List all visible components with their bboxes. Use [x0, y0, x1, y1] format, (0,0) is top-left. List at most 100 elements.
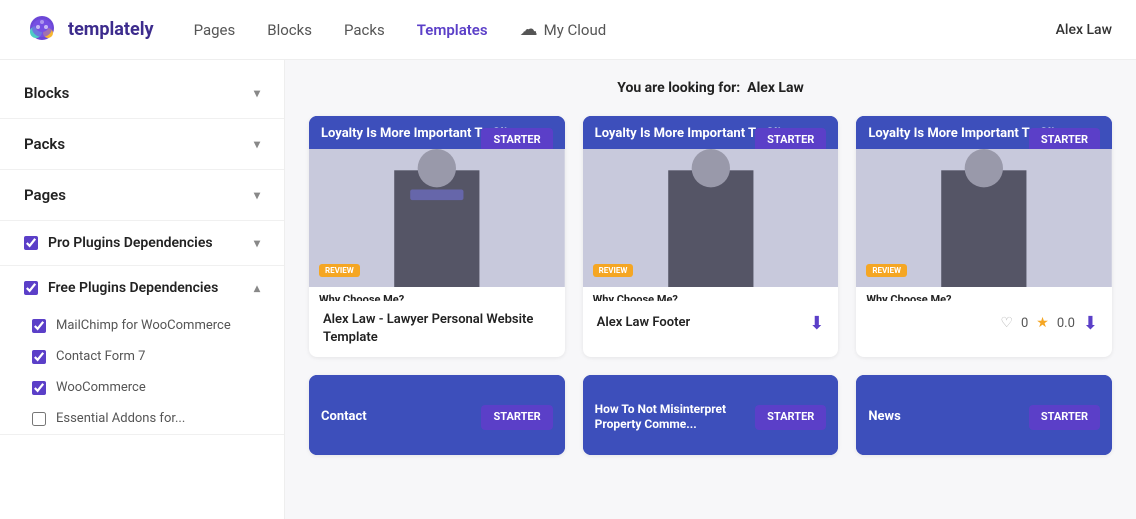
- nav-links: Pages Blocks Packs Templates ☁ My Cloud …: [194, 19, 1112, 40]
- nav-mycloud-label[interactable]: My Cloud: [544, 21, 607, 39]
- pages-chevron-icon: ▾: [254, 188, 260, 202]
- free-deps-checkbox[interactable]: [24, 281, 38, 295]
- card-actions-2: ⬇: [809, 313, 824, 334]
- nav-user: Alex Law: [1056, 22, 1112, 38]
- rating-value-3: 0.0: [1057, 316, 1075, 331]
- logo[interactable]: templately: [24, 12, 154, 48]
- preview-top-bar-4: Contact STARTER: [309, 375, 565, 455]
- blocks-chevron-icon: ▾: [254, 86, 260, 100]
- card-preview-1[interactable]: Loyalty Is More Important To Client STAR…: [309, 116, 565, 301]
- template-card-3: Loyalty Is More Important To Client STAR…: [856, 116, 1112, 357]
- free-deps-chevron-icon: ▴: [254, 281, 260, 295]
- why-choose-title-3: Why Choose Me?: [866, 293, 1102, 301]
- bottom-card-label-1: Contact: [321, 409, 367, 426]
- card-preview-3[interactable]: Loyalty Is More Important To Client STAR…: [856, 116, 1112, 301]
- why-choose-title-2: Why Choose Me?: [593, 293, 829, 301]
- nav-pages[interactable]: Pages: [194, 21, 236, 39]
- bottom-card-label-2: How To Not Misinterpret Property Comme..…: [595, 402, 755, 433]
- plugin-item-woocommerce: WooCommerce: [0, 372, 284, 403]
- sidebar-pages-header[interactable]: Pages ▾: [0, 170, 284, 220]
- nav-packs[interactable]: Packs: [344, 21, 385, 39]
- card-footer-3: ♡ 0 ★ 0.0 ⬇: [856, 301, 1112, 345]
- why-choose-3: Why Choose Me? Lorem ipsum dolor sit ame…: [856, 287, 1112, 301]
- orange-badge-3: REVIEW: [866, 264, 907, 277]
- content-area: You are looking for: Alex Law Loyalty Is…: [285, 60, 1136, 519]
- preview-image-3: REVIEW: [856, 149, 1112, 287]
- woocommerce-checkbox[interactable]: [32, 381, 46, 395]
- sidebar-packs-header[interactable]: Packs ▾: [0, 119, 284, 169]
- sidebar: Blocks ▾ Packs ▾ Pages ▾ Pro Plugins Dep…: [0, 60, 285, 519]
- woocommerce-label: WooCommerce: [56, 380, 146, 395]
- templates-grid: Loyalty Is More Important To Client STAR…: [309, 116, 1112, 455]
- card-title-2: Alex Law Footer: [597, 314, 802, 332]
- plugin-item-essential: Essential Addons for...: [0, 403, 284, 434]
- sidebar-blocks-header[interactable]: Blocks ▾: [0, 68, 284, 118]
- cloud-icon: ☁: [520, 19, 538, 40]
- nav-templates[interactable]: Templates: [417, 21, 488, 39]
- bottom-starter-badge-2: STARTER: [755, 405, 826, 429]
- mailchimp-checkbox[interactable]: [32, 319, 46, 333]
- preview-top-bar-3: Loyalty Is More Important To Client STAR…: [856, 116, 1112, 149]
- logo-icon: [24, 12, 60, 48]
- cf7-label: Contact Form 7: [56, 349, 145, 364]
- essential-label: Essential Addons for...: [56, 411, 185, 426]
- card-footer-1: Alex Law - Lawyer Personal Website Templ…: [309, 301, 565, 357]
- download-button-3[interactable]: ⬇: [1083, 313, 1098, 334]
- template-card-2: Loyalty Is More Important To Client STAR…: [583, 116, 839, 357]
- free-deps-label: Free Plugins Dependencies: [48, 280, 218, 296]
- search-label: You are looking for:: [617, 80, 740, 96]
- pro-deps-chevron-icon: ▾: [254, 236, 260, 250]
- star-icon-3: ★: [1036, 315, 1049, 331]
- search-term: Alex Law: [747, 80, 804, 96]
- card-preview-4[interactable]: Contact STARTER: [309, 375, 565, 455]
- sidebar-blocks-label: Blocks: [24, 84, 69, 102]
- free-deps-header[interactable]: Free Plugins Dependencies ▴: [0, 266, 284, 310]
- preview-top-bar-1: Loyalty Is More Important To Client STAR…: [309, 116, 565, 149]
- essential-checkbox[interactable]: [32, 412, 46, 426]
- plugin-item-cf7: Contact Form 7: [0, 341, 284, 372]
- sidebar-section-pages: Pages ▾: [0, 170, 284, 221]
- pro-deps-header[interactable]: Pro Plugins Dependencies ▾: [0, 221, 284, 265]
- template-card-4: Contact STARTER: [309, 375, 565, 455]
- mailchimp-label: MailChimp for WooCommerce: [56, 318, 231, 333]
- card-actions-3: ♡ 0 ★ 0.0 ⬇: [1000, 313, 1098, 334]
- why-choose-title-1: Why Choose Me?: [319, 293, 555, 301]
- logo-text: templately: [68, 19, 154, 40]
- card-title-1: Alex Law - Lawyer Personal Website Templ…: [323, 311, 551, 347]
- preview-image-2: REVIEW: [583, 149, 839, 287]
- download-button-2[interactable]: ⬇: [809, 313, 824, 334]
- pro-deps-checkbox[interactable]: [24, 236, 38, 250]
- template-card-6: News STARTER: [856, 375, 1112, 455]
- orange-badge-2: REVIEW: [593, 264, 634, 277]
- cf7-checkbox[interactable]: [32, 350, 46, 364]
- sidebar-packs-label: Packs: [24, 135, 65, 153]
- template-card-1: Loyalty Is More Important To Client STAR…: [309, 116, 565, 357]
- pro-deps-label: Pro Plugins Dependencies: [48, 235, 213, 251]
- rating-count-3: 0: [1021, 316, 1028, 331]
- preview-top-bar-6: News STARTER: [856, 375, 1112, 455]
- preview-image-1: REVIEW: [309, 149, 565, 287]
- sidebar-pro-deps: Pro Plugins Dependencies ▾: [0, 221, 284, 266]
- card-preview-5[interactable]: How To Not Misinterpret Property Comme..…: [583, 375, 839, 455]
- heart-button-3[interactable]: ♡: [1000, 315, 1013, 331]
- bottom-card-label-3: News: [868, 409, 900, 426]
- nav-blocks[interactable]: Blocks: [267, 21, 312, 39]
- sidebar-pages-label: Pages: [24, 186, 66, 204]
- plugin-item-mailchimp: MailChimp for WooCommerce: [0, 310, 284, 341]
- template-card-5: How To Not Misinterpret Property Comme..…: [583, 375, 839, 455]
- why-choose-1: Why Choose Me? Lorem ipsum dolor sit ame…: [309, 287, 565, 301]
- packs-chevron-icon: ▾: [254, 137, 260, 151]
- sidebar-section-blocks: Blocks ▾: [0, 68, 284, 119]
- card-footer-2: Alex Law Footer ⬇: [583, 301, 839, 345]
- preview-top-bar-5: How To Not Misinterpret Property Comme..…: [583, 375, 839, 455]
- preview-top-bar-2: Loyalty Is More Important To Client STAR…: [583, 116, 839, 149]
- card-preview-2[interactable]: Loyalty Is More Important To Client STAR…: [583, 116, 839, 301]
- sidebar-section-packs: Packs ▾: [0, 119, 284, 170]
- bottom-starter-badge-3: STARTER: [1029, 405, 1100, 429]
- search-info: You are looking for: Alex Law: [309, 80, 1112, 96]
- card-preview-6[interactable]: News STARTER: [856, 375, 1112, 455]
- sidebar-free-deps: Free Plugins Dependencies ▴ MailChimp fo…: [0, 266, 284, 435]
- bottom-starter-badge-1: STARTER: [481, 405, 552, 429]
- why-choose-2: Why Choose Me? Lorem ipsum dolor sit ame…: [583, 287, 839, 301]
- nav-my-cloud[interactable]: ☁ My Cloud: [520, 19, 607, 40]
